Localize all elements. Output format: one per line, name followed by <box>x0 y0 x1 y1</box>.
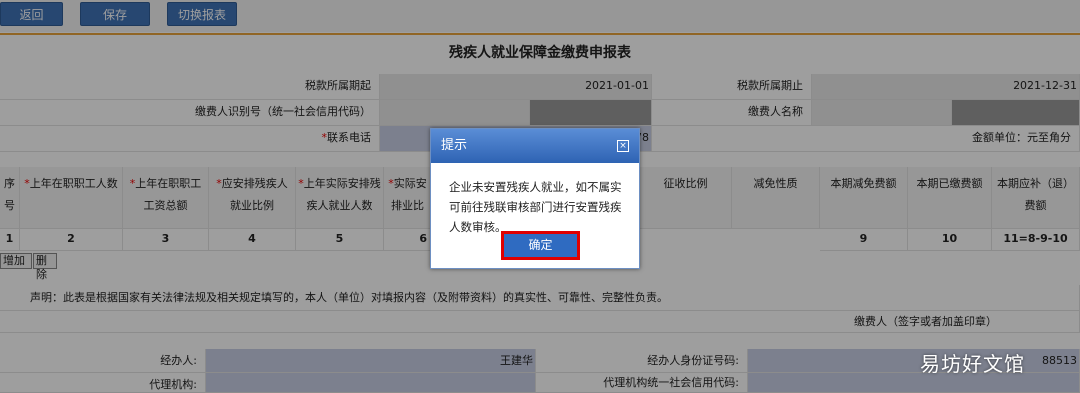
prompt-dialog: 提示 × 企业未安置残疾人就业，如不属实可前往残联审核部门进行安置残疾人数审核。… <box>430 128 640 269</box>
watermark: 易坊好文馆 <box>920 352 1025 376</box>
close-icon[interactable]: × <box>617 140 629 152</box>
dialog-title: 提示 <box>431 129 639 163</box>
dialog-message: 企业未安置残疾人就业，如不属实可前往残联审核部门进行安置残疾人数审核。 <box>449 180 622 234</box>
confirm-button[interactable]: 确定 <box>504 234 577 257</box>
